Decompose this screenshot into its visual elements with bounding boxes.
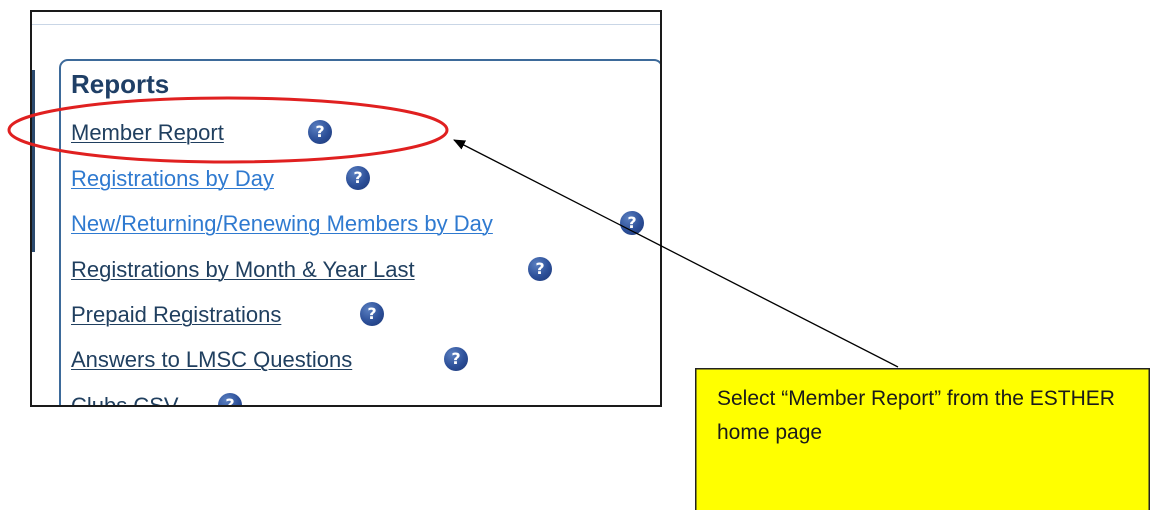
registrations-by-month-link[interactable]: Registrations by Month & Year Last <box>71 257 415 283</box>
clubs-csv-link[interactable]: Clubs CSV <box>71 393 179 405</box>
registrations-by-day-link[interactable]: Registrations by Day <box>71 166 274 192</box>
sidebar-edge <box>32 70 35 252</box>
registrations-by-month-help-icon[interactable]: ? <box>528 257 552 281</box>
answers-lmsc-questions-link[interactable]: Answers to LMSC Questions <box>71 347 352 373</box>
new-returning-renewing-link[interactable]: New/Returning/Renewing Members by Day <box>71 211 493 237</box>
answers-lmsc-questions-help-icon[interactable]: ? <box>444 347 468 371</box>
prepaid-registrations-link[interactable]: Prepaid Registrations <box>71 302 281 328</box>
member-report-help-icon[interactable]: ? <box>308 120 332 144</box>
new-returning-renewing-help-icon[interactable]: ? <box>620 211 644 235</box>
member-report-link[interactable]: Member Report <box>71 120 224 146</box>
instruction-callout: Select “Member Report” from the ESTHER h… <box>695 368 1150 510</box>
reports-title: Reports <box>71 69 170 99</box>
registrations-by-day-help-icon[interactable]: ? <box>346 166 370 190</box>
prepaid-registrations-help-icon[interactable]: ? <box>360 302 384 326</box>
header-divider <box>32 24 660 25</box>
reports-screenshot: Reports Member Report ? Registrations by… <box>30 10 662 407</box>
